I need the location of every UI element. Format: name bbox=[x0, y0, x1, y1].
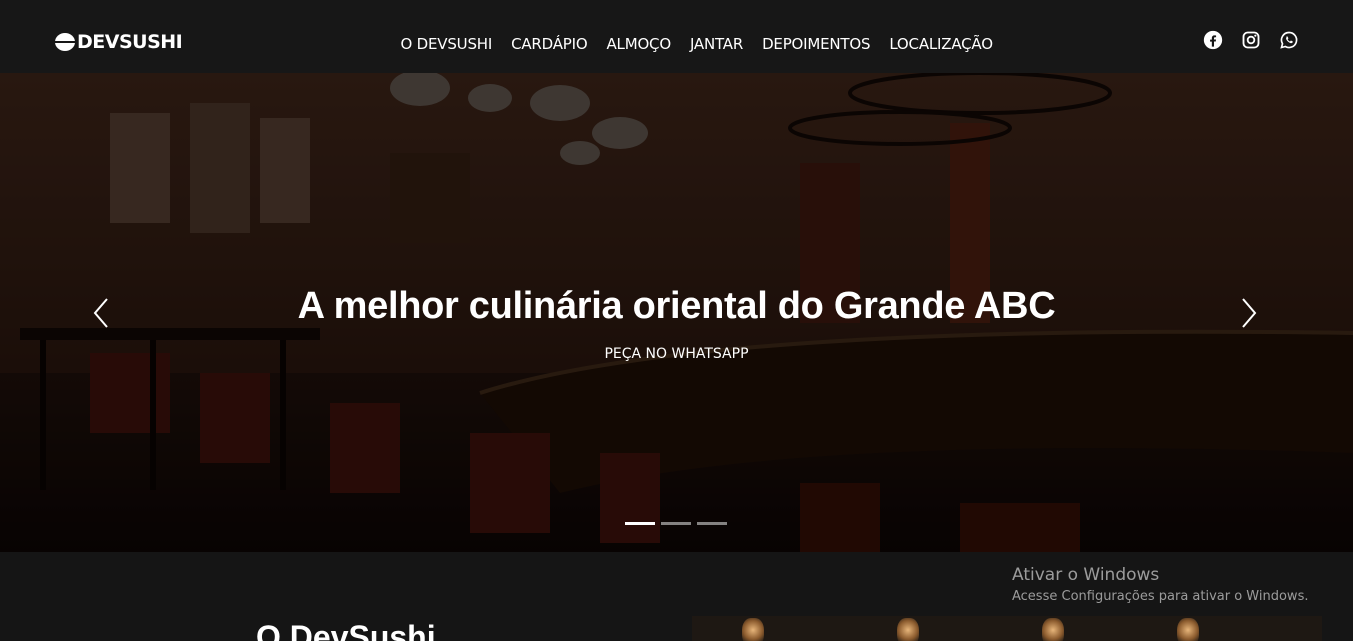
windows-activation-watermark: Ativar o Windows Acesse Configurações pa… bbox=[1012, 564, 1308, 607]
carousel-indicator-3[interactable] bbox=[697, 522, 727, 525]
whatsapp-order-link[interactable]: PEÇA NO WHATSAPP bbox=[604, 346, 748, 362]
navbar: DEVSUSHI O DEVSUSHI CARDÁPIO ALMOÇO JANT… bbox=[0, 0, 1353, 73]
logo[interactable]: DEVSUSHI bbox=[55, 31, 183, 53]
social-links bbox=[1203, 30, 1299, 50]
about-image bbox=[692, 616, 1322, 641]
hero-carousel: A melhor culinária oriental do Grande AB… bbox=[0, 73, 1353, 552]
main-nav: O DEVSUSHI CARDÁPIO ALMOÇO JANTAR DEPOIM… bbox=[391, 33, 1002, 55]
logo-mark-icon bbox=[55, 33, 75, 51]
facebook-icon[interactable] bbox=[1203, 30, 1223, 50]
nav-link-cardapio[interactable]: CARDÁPIO bbox=[502, 33, 597, 55]
watermark-subtitle: Acesse Configurações para ativar o Windo… bbox=[1012, 589, 1309, 604]
carousel-indicator-2[interactable] bbox=[661, 522, 691, 525]
nav-link-depoimentos[interactable]: DEPOIMENTOS bbox=[753, 33, 880, 55]
whatsapp-order-link-wrapper: PEÇA NO WHATSAPP bbox=[0, 346, 1353, 362]
nav-link-jantar[interactable]: JANTAR bbox=[680, 33, 752, 55]
carousel-indicators bbox=[625, 522, 727, 525]
nav-link-almoco[interactable]: ALMOÇO bbox=[597, 33, 680, 55]
hero-title: A melhor culinária oriental do Grande AB… bbox=[297, 285, 1056, 327]
instagram-icon[interactable] bbox=[1241, 30, 1261, 50]
carousel-indicator-1[interactable] bbox=[625, 522, 655, 525]
logo-text: DEVSUSHI bbox=[77, 31, 183, 53]
whatsapp-icon[interactable] bbox=[1279, 30, 1299, 50]
watermark-title: Ativar o Windows bbox=[1012, 565, 1160, 585]
nav-link-localizacao[interactable]: LOCALIZAÇÃO bbox=[880, 33, 1003, 55]
nav-link-o-devsushi[interactable]: O DEVSUSHI bbox=[391, 33, 502, 55]
about-title: O DevSushi bbox=[256, 619, 436, 641]
